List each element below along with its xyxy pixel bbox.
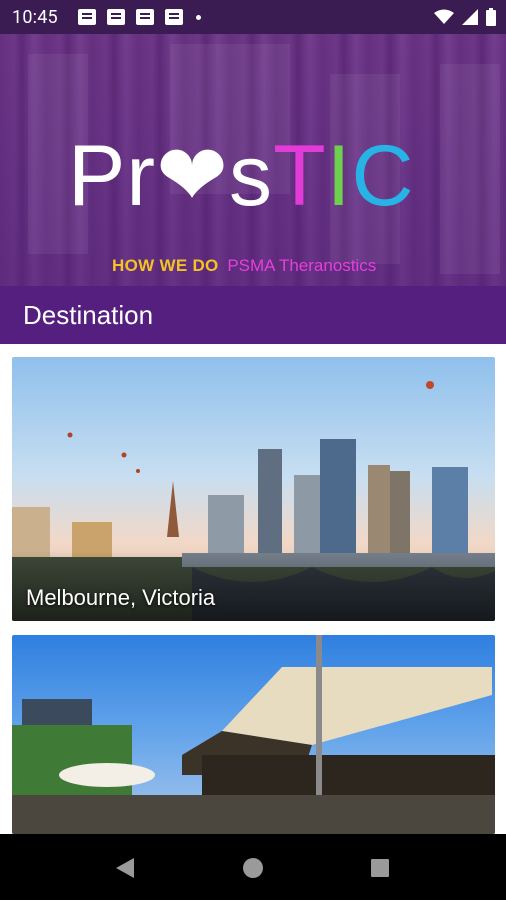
page-title: Destination [23,299,154,330]
tagline: HOW WE DO PSMA Theranostics [112,256,376,276]
recents-icon[interactable] [364,852,396,884]
card-label: Melbourne, Victoria [26,585,216,610]
queen-victoria-market-image [12,635,495,834]
prostic-logo: Pr❤s T I C [68,128,415,224]
battery-icon [486,8,496,26]
logo-text-c: C [351,128,415,224]
status-time: 10:45 [12,6,58,28]
destination-card-melbourne[interactable]: Melbourne, Victoria [12,357,495,621]
tagline-how: HOW WE DO [112,256,219,275]
header-banner: Pr❤s T I C HOW WE DO PSMA Theranostics [0,34,506,286]
status-indicators [434,0,496,34]
message-icon [77,9,96,25]
section-header: Destination [0,286,506,344]
navigation-bar [0,834,506,900]
logo-text-i: I [326,128,352,224]
destination-card-market[interactable] [12,635,495,834]
wifi-icon [434,9,454,24]
logo-text-pros: Pr❤s [68,128,274,224]
tagline-psma: PSMA Theranostics [227,256,377,275]
signal-icon [462,9,478,25]
message-icon [135,9,154,25]
home-icon[interactable] [237,852,269,884]
logo-text-t: T [273,128,327,224]
more-notifications-dot [195,14,201,20]
status-bar: 10:45 [0,0,506,34]
message-icon [106,9,125,25]
back-icon[interactable] [110,852,142,884]
message-icon [164,9,183,25]
